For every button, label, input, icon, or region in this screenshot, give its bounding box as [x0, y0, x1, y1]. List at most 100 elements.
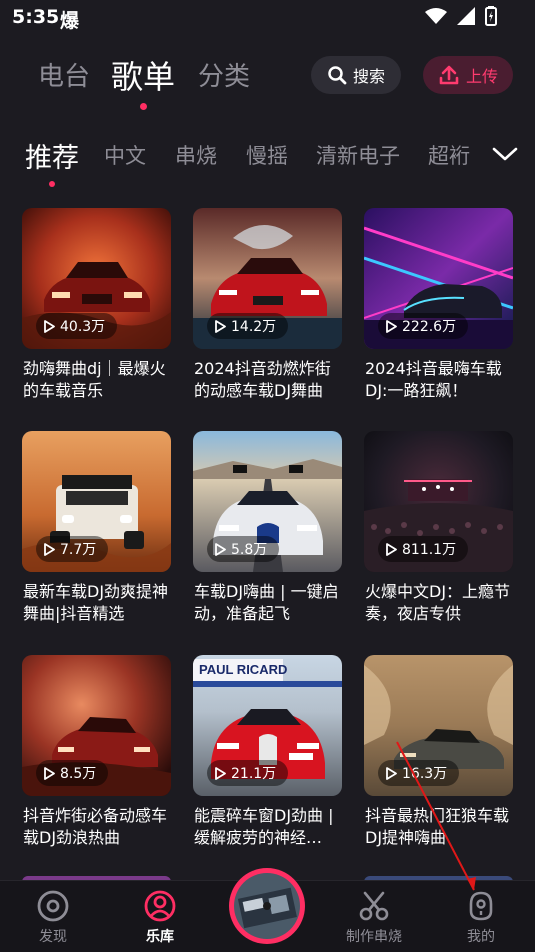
- play-count: 8.5万: [60, 766, 97, 782]
- category-chinese[interactable]: 中文: [104, 140, 146, 170]
- playlist-card[interactable]: 14.2万 2024抖音劲燃炸街的动感车载DJ舞曲: [193, 208, 342, 408]
- playlist-title: 火爆中文DJ：上瘾节奏，夜店专供: [365, 582, 511, 623]
- playlist-card[interactable]: 5.8万 车载DJ嗨曲 | 一键启动，准备起飞: [193, 431, 342, 631]
- status-bar: 5:35 爆: [0, 0, 535, 36]
- category-recommend[interactable]: 推荐: [25, 136, 79, 187]
- playlist-title: 车载DJ嗨曲 | 一键启动，准备起飞: [194, 582, 339, 623]
- play-count-badge: 8.5万: [36, 760, 109, 786]
- category-label: 慢摇: [246, 144, 288, 168]
- playlist-card[interactable]: 40.3万 劲嗨舞曲dj｜最爆火的车载音乐: [22, 208, 171, 408]
- nav-library-label: 乐库: [146, 929, 174, 945]
- profile-icon: [469, 891, 493, 921]
- play-count-badge: 16.3万: [378, 760, 460, 786]
- playlist-cover: PAUL RICARD 21.1万: [193, 655, 342, 796]
- wifi-icon: [425, 8, 447, 24]
- category-slow-shake[interactable]: 慢摇: [246, 140, 288, 170]
- play-count: 14.2万: [231, 319, 277, 335]
- nav-library[interactable]: 乐库: [115, 881, 205, 952]
- play-icon: [386, 319, 397, 333]
- active-tab-dot: [140, 103, 147, 110]
- notification-icon: 爆: [60, 10, 80, 32]
- search-label: 搜索: [352, 67, 385, 86]
- playlist-card[interactable]: 222.6万 2024抖音最嗨车载DJ:一路狂飙！: [364, 208, 513, 408]
- playlist-cover: 40.3万: [22, 208, 171, 349]
- category-expand-button[interactable]: [474, 132, 535, 176]
- now-playing-disc[interactable]: [229, 868, 305, 944]
- play-count-badge: 811.1万: [378, 536, 469, 562]
- tab-playlist-label: 歌单: [111, 58, 176, 96]
- nav-make-mix-label: 制作串烧: [346, 929, 402, 945]
- play-count-badge: 222.6万: [378, 313, 469, 339]
- category-partial[interactable]: 超裄: [428, 140, 470, 170]
- play-count: 40.3万: [60, 319, 106, 335]
- nav-discover[interactable]: 发现: [8, 881, 98, 952]
- play-count-badge: 5.8万: [207, 536, 280, 562]
- play-count-badge: 14.2万: [207, 313, 289, 339]
- playlist-card[interactable]: 8.5万 抖音炸街必备动感车载DJ劲浪热曲: [22, 655, 171, 855]
- play-icon: [215, 319, 226, 333]
- play-count: 7.7万: [60, 542, 97, 558]
- discover-icon: [37, 890, 69, 922]
- upload-button[interactable]: 上传: [423, 56, 513, 94]
- playlist-card[interactable]: 7.7万 最新车载DJ劲爽提神舞曲|抖音精选: [22, 431, 171, 631]
- playlist-title: 能震碎车窗DJ劲曲 | 缓解疲劳的神经…: [194, 806, 334, 847]
- playlist-cover: 222.6万: [364, 208, 513, 349]
- header: 电台 歌单 分类 搜索 上传: [0, 52, 535, 110]
- playlist-title: 最新车载DJ劲爽提神舞曲|抖音精选: [23, 582, 169, 623]
- play-icon: [386, 542, 397, 556]
- playlist-title: 2024抖音劲燃炸街的动感车载DJ舞曲: [194, 359, 331, 400]
- playlist-title: 抖音炸街必备动感车载DJ劲浪热曲: [23, 806, 168, 847]
- play-icon: [44, 542, 55, 556]
- category-label: 超裄: [428, 144, 470, 168]
- playlist-cover: 8.5万: [22, 655, 171, 796]
- tab-playlist[interactable]: 歌单: [111, 52, 176, 110]
- playlist-cover: 5.8万: [193, 431, 342, 572]
- signal-icon: [457, 7, 475, 25]
- nav-discover-label: 发现: [39, 929, 67, 945]
- category-label: 串烧: [175, 144, 217, 168]
- category-tabs: 推荐 中文 串烧 慢摇 清新电子 超裄: [0, 132, 535, 187]
- playlist-cover: 14.2万: [193, 208, 342, 349]
- category-label: 推荐: [25, 143, 79, 174]
- status-time: 5:35: [12, 6, 60, 28]
- category-fresh-electronic[interactable]: 清新电子: [316, 140, 400, 170]
- nav-mine-label: 我的: [467, 929, 495, 945]
- active-category-dot: [49, 181, 55, 187]
- playlist-card[interactable]: 811.1万 火爆中文DJ：上瘾节奏，夜店专供: [364, 431, 513, 631]
- playlist-cover: 7.7万: [22, 431, 171, 572]
- paul-ricard-sign: PAUL RICARD: [199, 662, 288, 677]
- category-label: 清新电子: [316, 144, 400, 168]
- play-icon: [44, 766, 55, 780]
- upload-icon: [439, 65, 459, 85]
- play-count-badge: 7.7万: [36, 536, 109, 562]
- play-count-badge: 40.3万: [36, 313, 118, 339]
- category-medley[interactable]: 串烧: [175, 140, 217, 170]
- battery-icon: [485, 6, 497, 26]
- tab-radio-label: 电台: [38, 62, 91, 92]
- play-icon: [44, 319, 55, 333]
- library-icon: [144, 890, 176, 922]
- play-count: 222.6万: [402, 319, 457, 335]
- play-count: 21.1万: [231, 766, 277, 782]
- nav-mine[interactable]: 我的: [436, 881, 526, 952]
- tab-category-label: 分类: [198, 62, 251, 92]
- tab-radio[interactable]: 电台: [38, 56, 90, 93]
- play-count: 811.1万: [402, 542, 457, 558]
- playlist-title: 劲嗨舞曲dj｜最爆火的车载音乐: [23, 359, 166, 400]
- play-count-badge: 21.1万: [207, 760, 289, 786]
- search-button[interactable]: 搜索: [311, 56, 401, 94]
- play-icon: [386, 766, 397, 780]
- play-count: 16.3万: [402, 766, 448, 782]
- chevron-down-icon: [492, 147, 517, 161]
- playlist-title: 抖音最热门狂狼车载DJ提神嗨曲: [365, 806, 510, 847]
- status-icons: [425, 6, 497, 26]
- playlist-cover: 811.1万: [364, 431, 513, 572]
- mix-icon: [359, 891, 389, 921]
- now-playing-cover: [234, 873, 300, 939]
- playlist-card[interactable]: 16.3万 抖音最热门狂狼车载DJ提神嗨曲: [364, 655, 513, 855]
- play-icon: [215, 542, 226, 556]
- nav-make-mix[interactable]: 制作串烧: [329, 881, 419, 952]
- playlist-card[interactable]: PAUL RICARD 21.1万 能震碎车窗DJ劲曲 | 缓解疲劳的神经…: [193, 655, 342, 855]
- tab-category[interactable]: 分类: [198, 56, 250, 93]
- play-count: 5.8万: [231, 542, 268, 558]
